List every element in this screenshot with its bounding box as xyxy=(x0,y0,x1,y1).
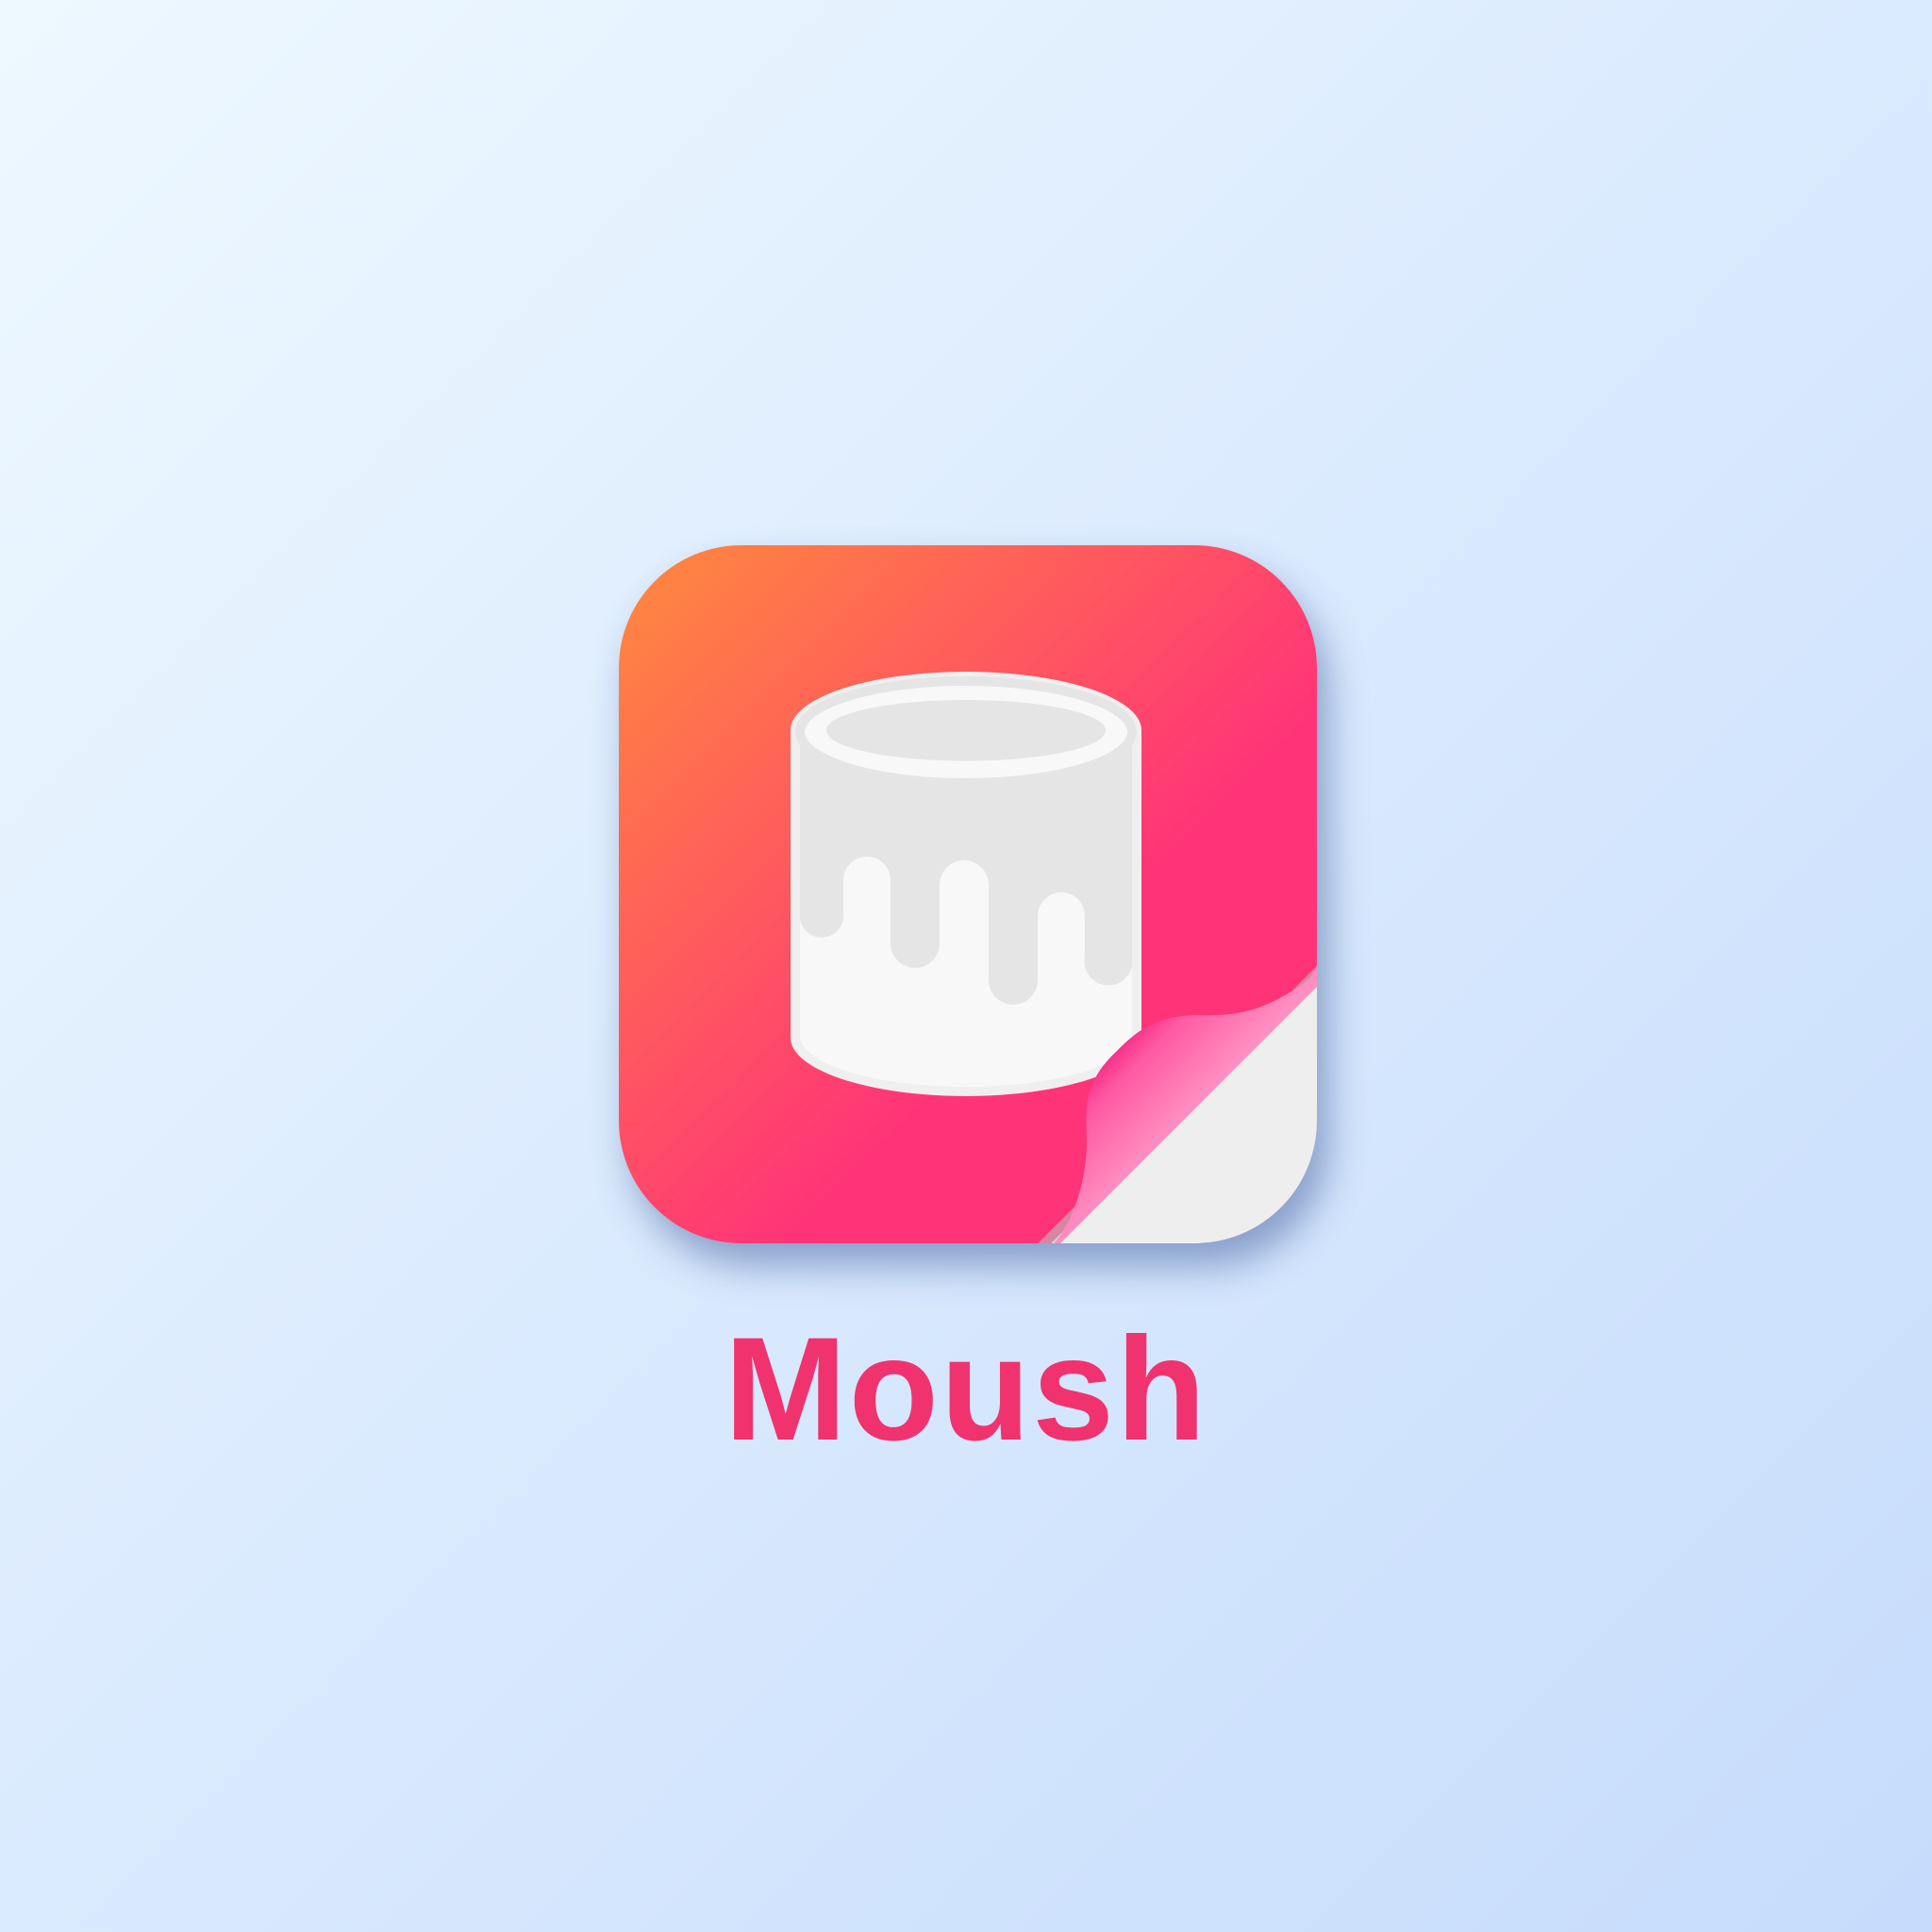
paint-bucket-icon xyxy=(791,672,1141,1096)
app-icon[interactable] xyxy=(604,530,1321,1247)
app-icon-graphic xyxy=(619,545,1317,1243)
app-name-label: Moush xyxy=(724,1307,1208,1472)
